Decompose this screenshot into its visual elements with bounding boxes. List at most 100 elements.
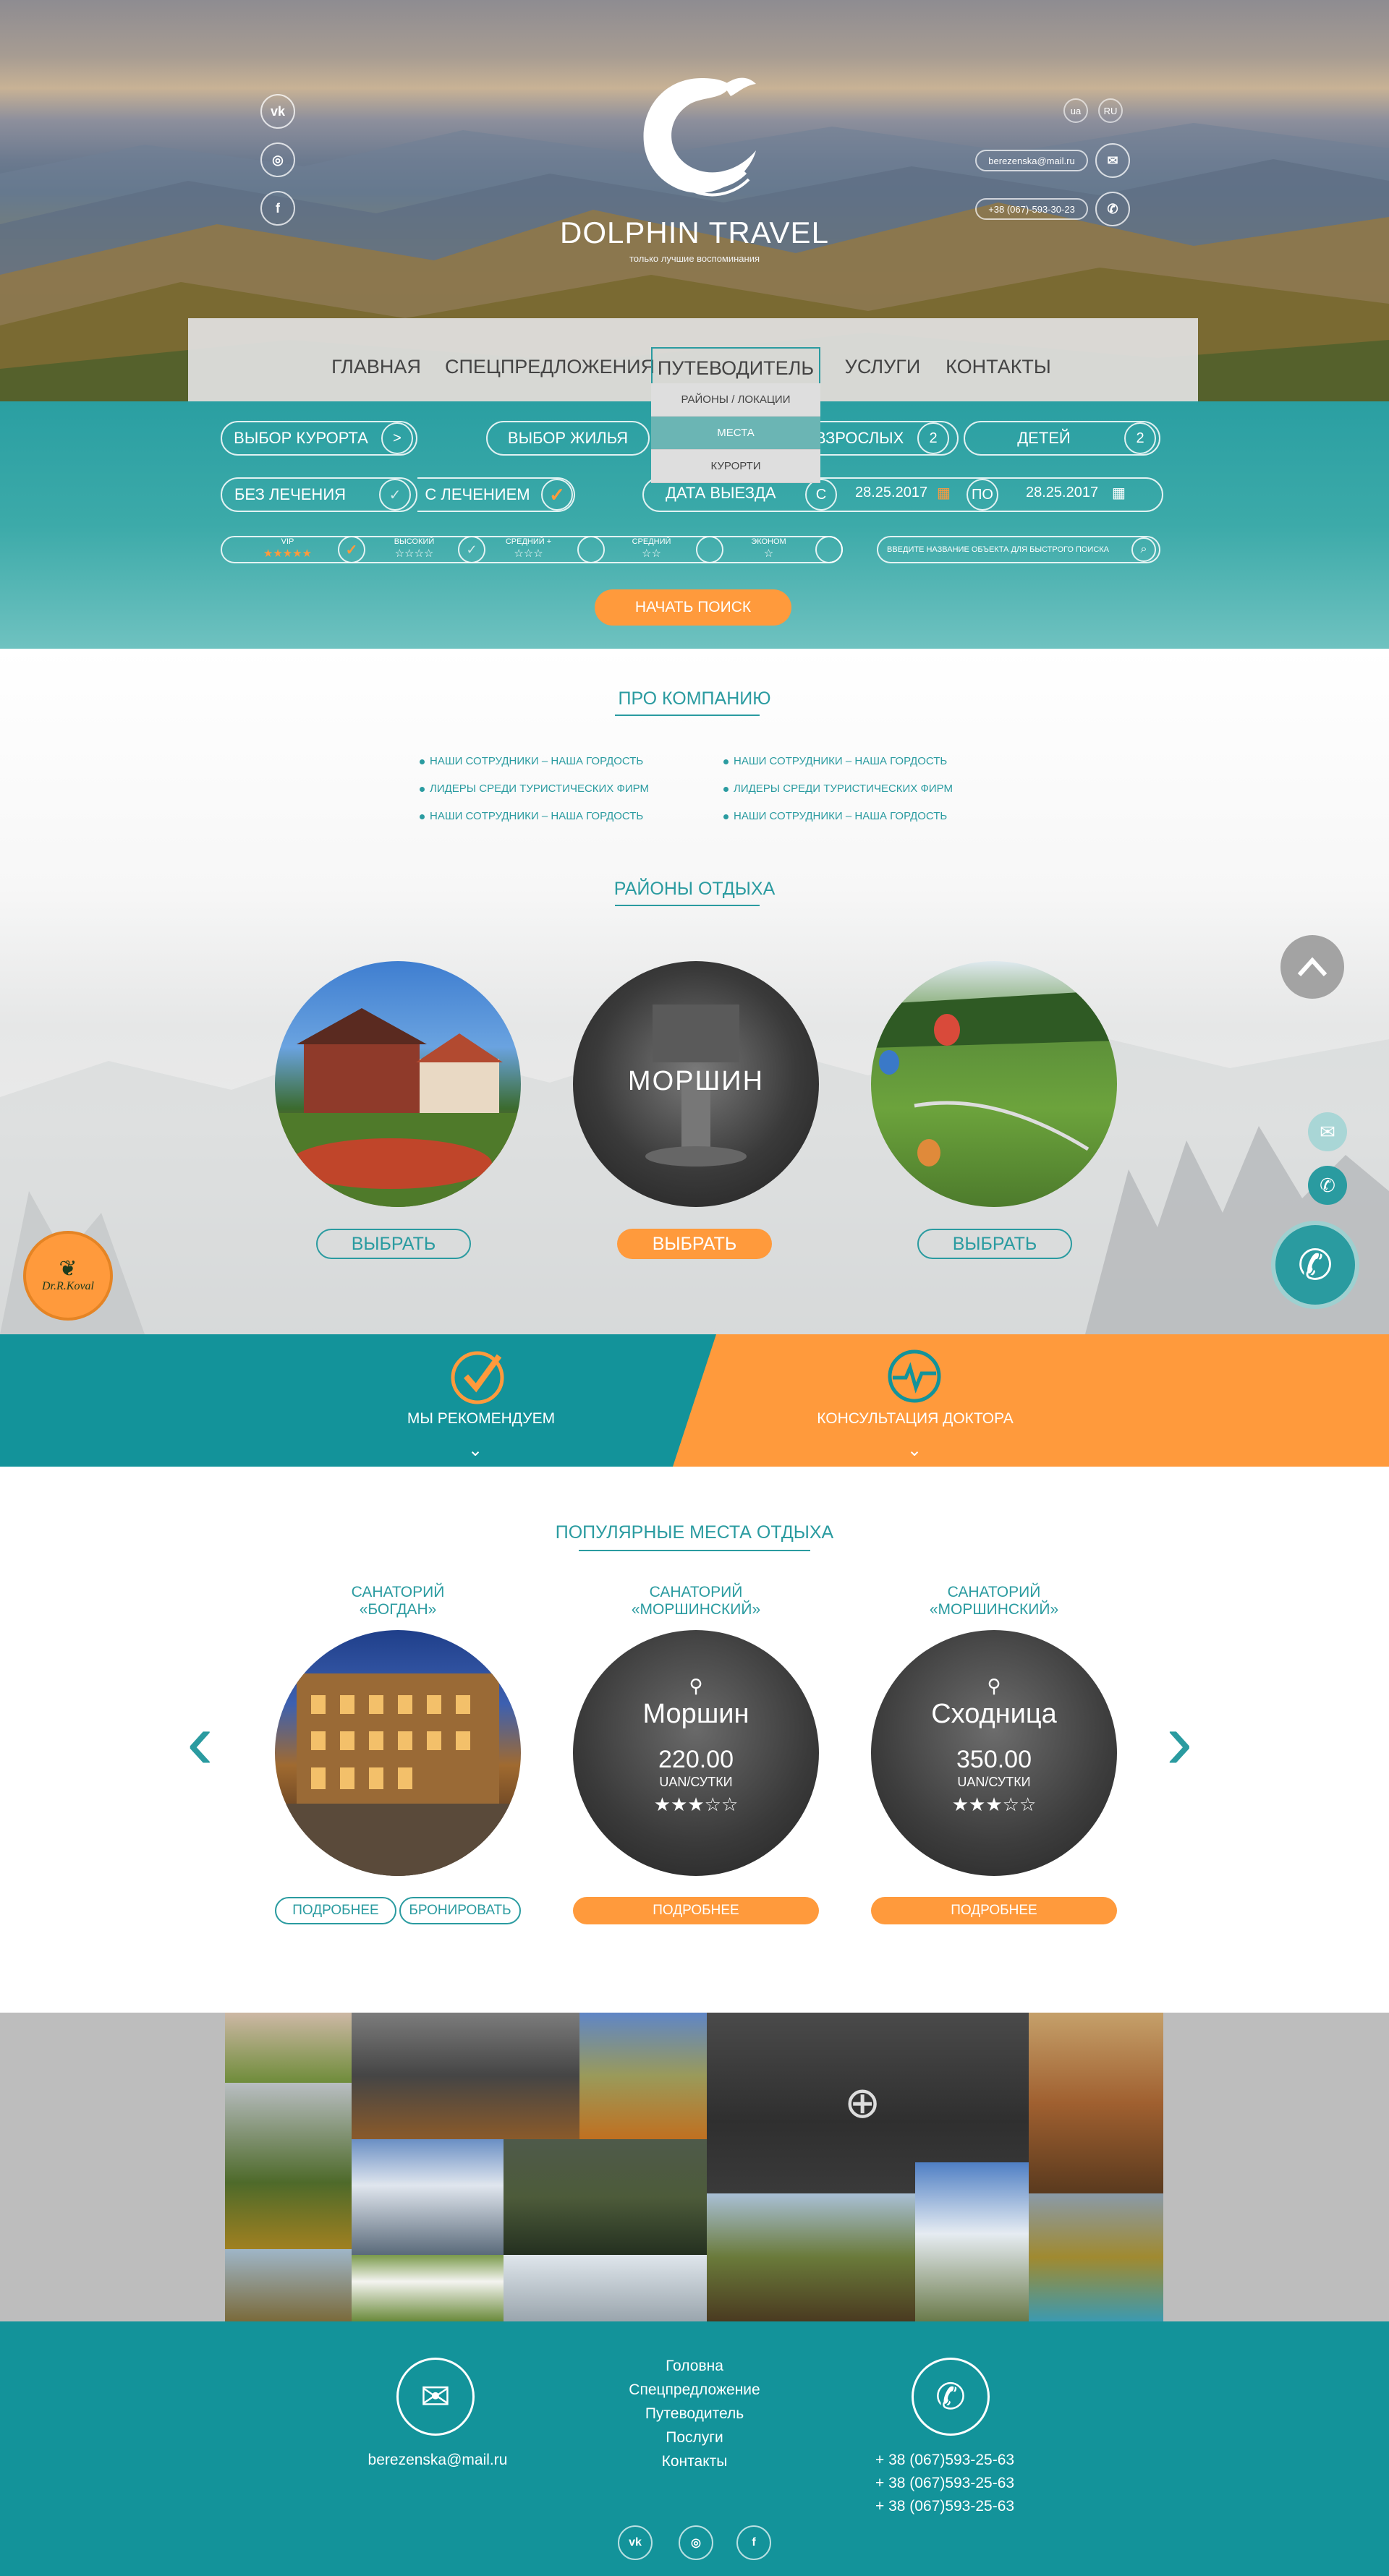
doctor-badge[interactable]: ❦ Dr.R.Koval bbox=[23, 1231, 113, 1321]
phone-icon[interactable]: ✆ bbox=[912, 2358, 990, 2436]
resort-image[interactable]: ⚲ Моршин 220.00 UAN/СУТКИ ★★★☆☆ bbox=[573, 1630, 819, 1876]
resort-name: САНАТОРИЙ «МОРШИНСКИЙ» bbox=[871, 1584, 1117, 1618]
footer-nav-item[interactable]: Контакты bbox=[579, 2453, 810, 2470]
class-mid-stars: ☆☆ bbox=[642, 547, 661, 560]
resort-city: Сходница bbox=[931, 1699, 1057, 1729]
resort-arrow-icon[interactable]: > bbox=[381, 422, 413, 454]
banner-strip: МЫ РЕКОМЕНДУЕМ ⌄ КОНСУЛЬТАЦИЯ ДОКТОРА ⌄ bbox=[0, 1334, 1389, 1467]
footer: ✉ berezenska@mail.ru Головна Спецпредлож… bbox=[0, 2321, 1389, 2576]
gallery-photo[interactable] bbox=[579, 2013, 707, 2139]
next-arrow-icon[interactable]: › bbox=[1166, 1702, 1193, 1781]
nav-item-guide[interactable]: ПУТЕВОДИТЕЛЬ bbox=[651, 347, 820, 386]
footer-phone[interactable]: + 38 (067)593-25-63 bbox=[875, 2498, 1092, 2515]
phone-icon[interactable]: ✆ bbox=[1095, 192, 1130, 226]
instagram-icon[interactable]: ◎ bbox=[679, 2525, 713, 2560]
mail-icon[interactable]: ✉ bbox=[1095, 143, 1130, 178]
gallery-photo[interactable] bbox=[504, 2255, 707, 2321]
calendar-icon[interactable]: ▦ bbox=[937, 484, 951, 502]
with-treatment-check-icon[interactable]: ✓ bbox=[541, 479, 573, 511]
chevron-down-icon[interactable]: ⌄ bbox=[907, 1440, 922, 1461]
vk-icon[interactable]: vk bbox=[260, 94, 295, 129]
resort-image[interactable] bbox=[275, 1630, 521, 1876]
class-econom-check[interactable] bbox=[815, 536, 843, 563]
regions-title: РАЙОНЫ ОТДЫХА bbox=[613, 879, 776, 899]
start-search-button[interactable]: НАЧАТЬ ПОИСК bbox=[595, 589, 791, 626]
gallery-photo[interactable] bbox=[225, 2083, 352, 2249]
gallery-photo[interactable] bbox=[707, 2193, 915, 2321]
prev-arrow-icon[interactable]: ‹ bbox=[187, 1702, 213, 1781]
calendar-icon[interactable]: ▦ bbox=[1112, 484, 1126, 502]
adults-count[interactable]: 2 bbox=[917, 422, 949, 454]
nav-item-contacts[interactable]: КОНТАКТЫ bbox=[944, 347, 1053, 386]
vk-icon[interactable]: vk bbox=[618, 2525, 653, 2560]
phone-widget-icon[interactable]: ✆ bbox=[1308, 1166, 1347, 1205]
details-button[interactable]: ПОДРОБНЕЕ bbox=[871, 1897, 1117, 1924]
search-icon[interactable]: ⌕ bbox=[1131, 537, 1156, 562]
regions-title-underline bbox=[615, 905, 760, 906]
dropdown-item-resorts[interactable]: КУРОРТИ bbox=[651, 450, 820, 483]
about-bullet: НАШИ СОТРУДНИКИ – НАША ГОРДОСТЬ bbox=[420, 810, 643, 822]
call-back-button[interactable]: ✆ bbox=[1271, 1221, 1359, 1309]
chevron-down-icon[interactable]: ⌄ bbox=[468, 1440, 483, 1461]
region-select-button[interactable]: ВЫБРАТЬ bbox=[617, 1229, 772, 1259]
gallery-photo[interactable] bbox=[225, 2249, 352, 2321]
class-midplus-check[interactable] bbox=[577, 536, 605, 563]
date-from-value[interactable]: 28.25.2017 bbox=[855, 485, 927, 501]
quick-search-input[interactable]: ВВЕДИТЕ НАЗВАНИЕ ОБЪЕКТА ДЛЯ БЫСТРОГО ПО… bbox=[877, 536, 1160, 563]
footer-nav-item[interactable]: Спецпредложение bbox=[579, 2381, 810, 2399]
footer-phone[interactable]: + 38 (067)593-25-63 bbox=[875, 2452, 1092, 2469]
facebook-icon[interactable]: f bbox=[260, 191, 295, 226]
footer-nav-item[interactable]: Послуги bbox=[579, 2429, 810, 2447]
recommend-banner-label[interactable]: МЫ РЕКОМЕНДУЕМ bbox=[333, 1410, 629, 1428]
footer-nav-item[interactable]: Путеводитель bbox=[579, 2405, 810, 2423]
facebook-icon[interactable]: f bbox=[736, 2525, 771, 2560]
consult-banner-label[interactable]: КОНСУЛЬТАЦИЯ ДОКТОРА bbox=[767, 1410, 1063, 1428]
gallery-photo[interactable] bbox=[352, 2013, 579, 2139]
nav-item-services[interactable]: УСЛУГИ bbox=[839, 347, 926, 386]
header-email[interactable]: berezenska@mail.ru bbox=[975, 150, 1088, 171]
zoom-icon[interactable]: ⊕ bbox=[844, 2078, 880, 2128]
region-image[interactable]: МОРШИН bbox=[573, 961, 819, 1207]
region-image[interactable] bbox=[275, 961, 521, 1207]
book-button[interactable]: БРОНИРОВАТЬ bbox=[399, 1897, 521, 1924]
region-select-button[interactable]: ВЫБРАТЬ bbox=[917, 1229, 1072, 1259]
class-mid-check[interactable] bbox=[696, 536, 723, 563]
gallery-photo[interactable] bbox=[1029, 2013, 1163, 2193]
header-phone[interactable]: +38 (067)-593-30-23 bbox=[975, 198, 1088, 220]
details-button[interactable]: ПОДРОБНЕЕ bbox=[275, 1897, 396, 1924]
location-pin-icon: ⚲ bbox=[689, 1675, 703, 1697]
no-treatment-check-icon[interactable]: ✓ bbox=[379, 479, 411, 511]
date-to-value[interactable]: 28.25.2017 bbox=[1026, 485, 1098, 501]
instagram-icon[interactable]: ◎ bbox=[260, 142, 295, 177]
mail-icon[interactable]: ✉ bbox=[396, 2358, 475, 2436]
region-select-button[interactable]: ВЫБРАТЬ bbox=[316, 1229, 471, 1259]
mail-widget-icon[interactable]: ✉ bbox=[1308, 1112, 1347, 1151]
resort-image[interactable]: ⚲ Сходница 350.00 UAN/СУТКИ ★★★☆☆ bbox=[871, 1630, 1117, 1876]
about-bullet: НАШИ СОТРУДНИКИ – НАША ГОРДОСТЬ bbox=[420, 755, 643, 767]
housing-select[interactable]: ВЫБОР ЖИЛЬЯ bbox=[486, 421, 650, 456]
scroll-to-top-button[interactable] bbox=[1280, 935, 1344, 999]
resort-rating: ★★★☆☆ bbox=[951, 1794, 1037, 1815]
date-to-label: ПО bbox=[967, 479, 998, 511]
gallery-photo[interactable] bbox=[1029, 2193, 1163, 2321]
gallery-photo[interactable] bbox=[915, 2162, 1029, 2321]
footer-email[interactable]: berezenska@mail.ru bbox=[326, 2452, 550, 2469]
region-image[interactable] bbox=[871, 961, 1117, 1207]
dropdown-item-regions[interactable]: РАЙОНЫ / ЛОКАЦИИ bbox=[651, 383, 820, 417]
children-count[interactable]: 2 bbox=[1124, 422, 1156, 454]
class-high-check-icon[interactable]: ✓ bbox=[458, 536, 485, 563]
gallery-photo[interactable] bbox=[352, 2255, 504, 2321]
gallery-photo[interactable] bbox=[225, 2013, 352, 2083]
footer-phone[interactable]: + 38 (067)593-25-63 bbox=[875, 2475, 1092, 2492]
nav-item-offers[interactable]: СПЕЦПРЕДЛОЖЕНИЯ bbox=[445, 347, 655, 386]
footer-nav-item[interactable]: Головна bbox=[579, 2358, 810, 2375]
lang-ru-button[interactable]: RU bbox=[1098, 98, 1123, 123]
nav-item-home[interactable]: ГЛАВНАЯ bbox=[329, 347, 423, 386]
dropdown-item-places[interactable]: МЕСТА bbox=[651, 417, 820, 450]
lang-ua-button[interactable]: ua bbox=[1063, 98, 1088, 123]
resort-name: САНАТОРИЙ «МОРШИНСКИЙ» bbox=[573, 1584, 819, 1618]
class-vip-check-icon[interactable]: ✓ bbox=[338, 536, 365, 563]
gallery-photo[interactable] bbox=[352, 2139, 504, 2255]
gallery-photo[interactable] bbox=[504, 2139, 707, 2255]
details-button[interactable]: ПОДРОБНЕЕ bbox=[573, 1897, 819, 1924]
